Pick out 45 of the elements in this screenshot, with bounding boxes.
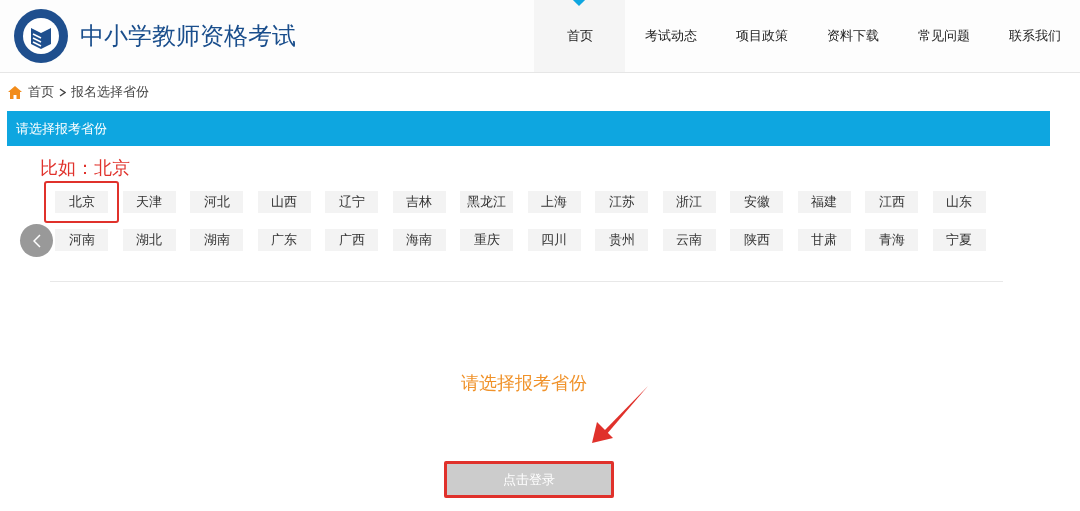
province-button[interactable]: 宁夏 [932, 229, 986, 251]
province-button[interactable]: 贵州 [595, 229, 648, 251]
province-button[interactable]: 湖南 [190, 229, 243, 251]
province-button[interactable]: 陕西 [730, 229, 783, 251]
example-note: 比如：北京 [40, 157, 131, 180]
province-button[interactable]: 重庆 [460, 229, 513, 251]
province-button[interactable]: 云南 [662, 229, 716, 251]
province-button[interactable]: 辽宁 [325, 191, 378, 213]
province-button[interactable]: 上海 [527, 191, 581, 213]
site-title: 中小学教师资格考试 [80, 21, 296, 51]
province-button[interactable]: 山东 [932, 191, 986, 213]
province-button[interactable]: 广西 [325, 229, 378, 251]
province-button[interactable]: 河南 [55, 229, 108, 251]
nav-tab[interactable]: 考试动态 [625, 0, 716, 72]
province-button[interactable]: 安徽 [730, 191, 783, 213]
prompt-text: 请选择报考省份 [461, 372, 587, 395]
province-button[interactable]: 天津 [122, 191, 176, 213]
province-button[interactable]: 江西 [865, 191, 918, 213]
home-icon [8, 85, 22, 99]
logo-icon [12, 7, 70, 65]
province-button[interactable]: 海南 [392, 229, 446, 251]
province-button[interactable]: 湖北 [122, 229, 176, 251]
nav-tab[interactable]: 联系我们 [989, 0, 1080, 72]
previous-button[interactable] [20, 224, 53, 257]
province-button[interactable]: 山西 [257, 191, 311, 213]
province-button[interactable]: 黑龙江 [460, 191, 513, 213]
province-button[interactable]: 四川 [527, 229, 581, 251]
panel-header: 请选择报考省份 [7, 111, 1050, 146]
separator-icon [59, 87, 66, 97]
nav-tab[interactable]: 首页 [534, 0, 625, 72]
nav-tab[interactable]: 常见问题 [898, 0, 989, 72]
nav-tab[interactable]: 资料下载 [807, 0, 898, 72]
breadcrumb-current: 报名选择省份 [71, 83, 149, 102]
chevron-left-icon [32, 233, 41, 248]
province-button[interactable]: 吉林 [392, 191, 446, 213]
province-button[interactable]: 甘肃 [797, 229, 851, 251]
province-button[interactable]: 江苏 [595, 191, 648, 213]
province-button[interactable]: 北京 [55, 191, 108, 213]
province-button[interactable]: 浙江 [662, 191, 716, 213]
province-button[interactable]: 河北 [190, 191, 243, 213]
province-button[interactable]: 福建 [797, 191, 851, 213]
breadcrumb-link[interactable]: 首页 [28, 82, 54, 102]
province-button[interactable]: 广东 [257, 229, 311, 251]
province-button[interactable]: 青海 [865, 229, 918, 251]
nav-tab[interactable]: 项目政策 [716, 0, 807, 72]
